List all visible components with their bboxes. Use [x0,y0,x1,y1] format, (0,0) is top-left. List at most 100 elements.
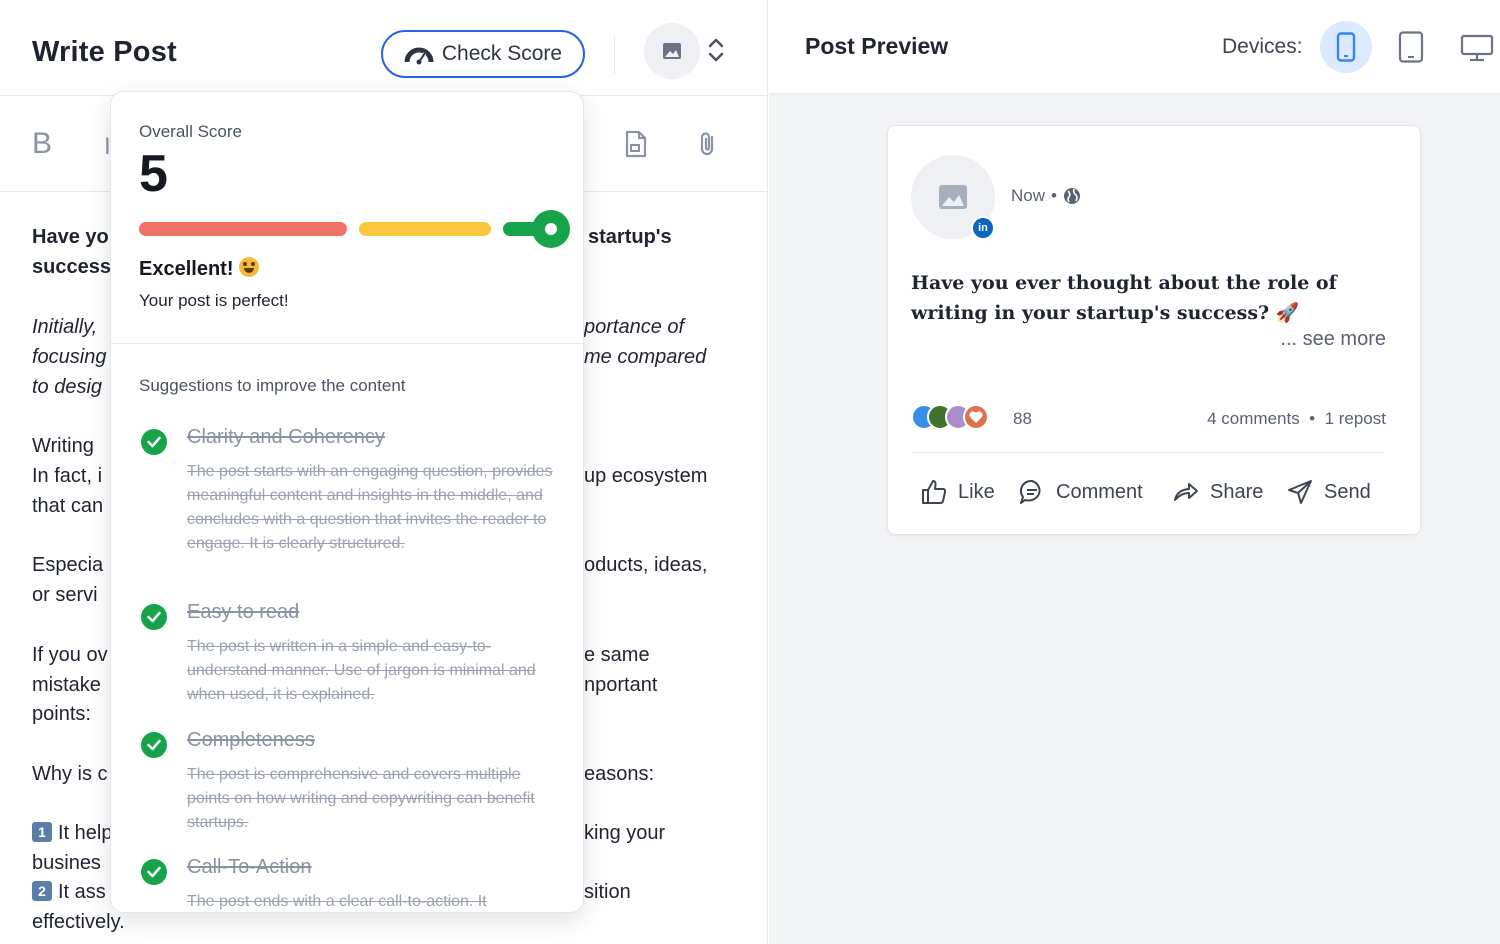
editor-line: mistake [32,674,101,696]
suggestions-title: Suggestions to improve the content [139,376,406,395]
editor-line: to desig [32,376,103,398]
score-bar-low [139,222,347,236]
comments-count[interactable]: 4 comments [1207,409,1300,428]
image-icon [939,185,967,209]
number-badge: 2 [32,881,52,901]
editor-line: portance of [584,316,685,338]
check-score-button[interactable]: Check Score [381,30,585,78]
suggestion-title: Easy to read [187,601,300,623]
popover-divider [111,343,583,344]
post-meta: Now • [1011,186,1081,206]
score-popover: Overall Score 5 Excellent! Your post is … [110,91,584,913]
reposts-count[interactable]: 1 repost [1325,409,1386,428]
suggestion-description: The post starts with an engaging questio… [187,463,553,552]
editor-line: Why is c [32,763,108,785]
number-badge: 1 [32,822,52,842]
post-text: Have you ever thought about the role of … [911,272,1337,324]
engagement-summary: 4 comments • 1 repost [1207,409,1386,429]
editor-line: up ecosystem [584,465,708,487]
editor-line: king your [584,822,666,844]
comment-icon [1020,479,1041,504]
like-button[interactable]: Like [920,478,995,506]
overall-score-value: 5 [139,145,168,203]
header-divider [614,36,615,74]
post-divider [911,452,1385,453]
check-circle-icon [141,859,167,885]
reaction-count: 88 [1013,409,1032,428]
share-icon [1174,483,1198,501]
score-message: Your post is perfect! [139,291,289,310]
preview-panel: Post Preview Devices: in Now • Have you … [769,0,1500,944]
preview-title: Post Preview [805,33,949,59]
editor-line: focusing [32,346,107,368]
editor-line: Initially, [32,316,98,338]
check-circle-icon [141,604,167,630]
preview-header: Post Preview Devices: [769,0,1500,94]
bold-button[interactable]: B [32,127,52,161]
editor-line: busines [32,852,101,874]
editor-line: nportant [584,674,658,696]
meta-separator: • [1051,186,1057,205]
thumbs-up-icon [922,480,947,504]
editor-line: Have yo [32,226,109,248]
check-circle-icon [141,732,167,758]
mobile-icon [1336,32,1356,62]
like-label: Like [958,480,995,503]
post-time: Now [1011,186,1046,205]
editor-header: Write Post Check Score [0,0,767,96]
editor-line: Especia [32,554,104,576]
suggestion-title: Call-To-Action [187,856,312,878]
editor-line: Writing [32,435,94,457]
file-icon[interactable] [622,129,650,159]
love-reaction-icon [963,404,989,430]
editor-line: easons: [584,763,655,785]
suggestion-description: The post is written in a simple and easy… [187,638,536,703]
comment-label: Comment [1056,480,1143,503]
editor-line: that can [32,495,104,517]
editor-line: startup's [588,226,672,248]
score-indicator [532,210,570,248]
editor-line-text: It ass [58,881,106,903]
globe-icon [1063,188,1080,204]
editor-line: or servi [32,584,98,606]
suggestion-title: Completeness [187,729,315,751]
paperclip-icon[interactable] [694,129,722,159]
send-button[interactable]: Send [1286,478,1371,506]
score-status: Excellent! [139,257,260,281]
editor-line: me compared [584,346,707,368]
editor-line-text: It help [58,822,113,844]
score-bar-medium [359,222,491,236]
editor-line: sition [584,881,631,903]
send-label: Send [1324,480,1371,503]
check-score-label: Check Score [441,42,563,65]
reaction-icons [911,404,1001,432]
tablet-icon[interactable] [1397,31,1425,63]
check-circle-icon [141,429,167,455]
editor-line: success [32,256,111,278]
meta-separator: • [1299,409,1325,428]
chevron-up-down-icon[interactable] [706,36,726,64]
desktop-icon[interactable] [1460,34,1494,62]
editor-line: oducts, ideas, [584,554,708,576]
comment-button[interactable]: Comment [1018,478,1143,506]
editor-line: If you ov [32,644,108,666]
speedometer-icon [404,47,434,65]
editor-line: In fact, i [32,465,103,487]
post-preview-card: in Now • Have you ever thought about the… [887,125,1421,535]
editor-line: e same [584,644,650,666]
suggestion-description: The post is comprehensive and covers mul… [187,766,535,831]
score-status-text: Excellent! [139,258,234,280]
send-icon [1288,480,1312,504]
editor-line: 1 It help [32,818,112,848]
suggestion-title: Clarity and Coherency [187,426,385,448]
see-more-link[interactable]: ... see more [1280,328,1386,351]
share-button[interactable]: Share [1172,478,1263,506]
media-button[interactable] [644,23,700,79]
editor-line: points: [32,703,91,725]
overall-score-label: Overall Score [139,122,242,141]
editor-line: 2 It ass [32,877,106,907]
linkedin-icon: in [971,216,995,240]
device-mobile-button[interactable] [1320,21,1372,73]
devices-label: Devices: [1222,35,1303,58]
editor-line: effectively. [32,911,125,933]
